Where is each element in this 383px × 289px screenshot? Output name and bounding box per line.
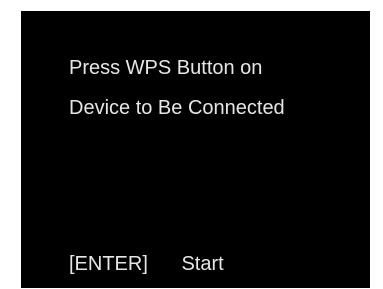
footer-hint: [ENTER] Start: [69, 252, 224, 276]
start-action-label[interactable]: Start: [181, 252, 223, 276]
enter-key-hint: [ENTER]: [69, 253, 148, 275]
wps-prompt-screen: Press WPS Button on Device to Be Connect…: [21, 11, 370, 288]
message-line-1: Press WPS Button on: [69, 57, 263, 79]
message-line-2: Device to Be Connected: [69, 97, 285, 119]
